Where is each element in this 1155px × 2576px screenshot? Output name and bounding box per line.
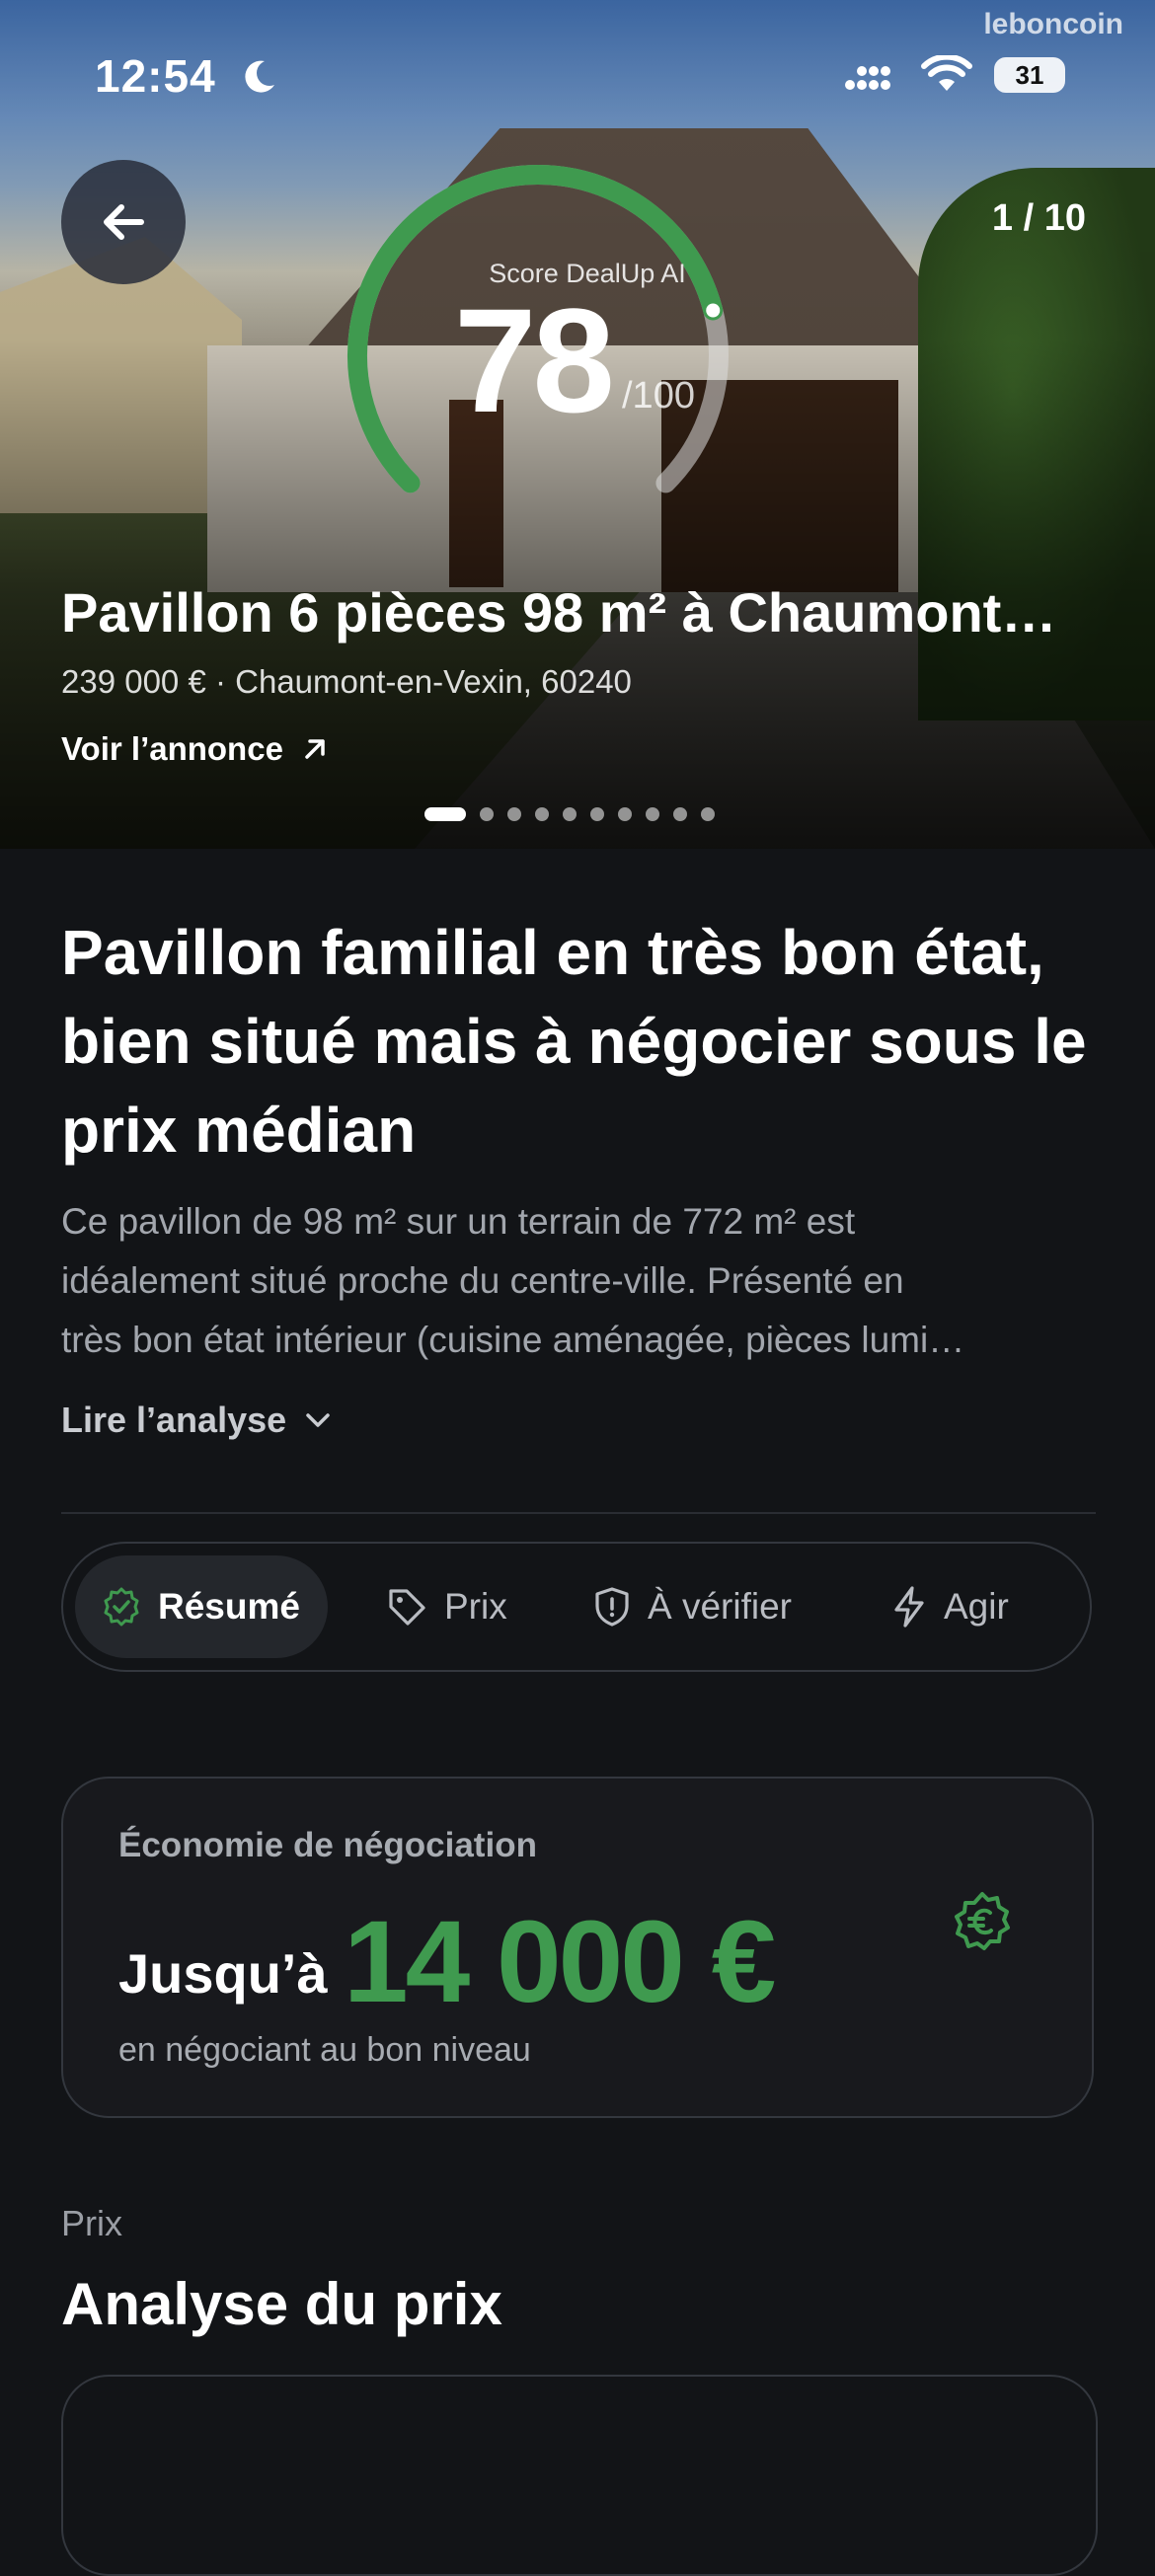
savings-note: en négociant au bon niveau [118,2031,531,2069]
listing-price-location: 239 000 € · Chaumont-en-Vexin, 60240 [61,663,632,700]
shield-alert-icon [595,1587,629,1627]
analysis-headline: Pavillon familial en très bon état, bien… [61,917,1087,1166]
price-analysis-card [61,2375,1098,2576]
tab-label: Résumé [158,1586,300,1627]
euro-badge-icon [955,1892,1010,1950]
tab-label: Prix [444,1586,507,1627]
gallery-counter: 1 / 10 [991,197,1086,239]
description-line: Ce pavillon de 98 m² sur un terrain de 7… [61,1201,856,1242]
savings-prefix: Jusqu’à [118,1942,328,2005]
tab-agir[interactable]: Agir [865,1555,1035,1658]
section-title: Analyse du prix [61,2271,502,2337]
tag-icon [389,1589,425,1626]
moon-icon [245,60,274,93]
pagination-dot[interactable] [618,807,632,821]
pagination-dot[interactable] [563,807,577,821]
negotiation-savings-card: Économie de négociation Jusqu’à 14 000 €… [61,1777,1094,2118]
wifi-icon [921,55,972,91]
tab-label: Agir [944,1586,1009,1627]
read-analysis-label: Lire l’analyse [61,1400,287,1440]
chevron-down-icon [306,1413,330,1427]
lightning-icon [894,1586,924,1628]
analysis-tabs: Résumé Prix À vérifier Agir [61,1542,1092,1672]
battery-indicator: 31 [994,57,1065,93]
gallery-pagination[interactable] [424,807,715,821]
pagination-dot[interactable] [535,807,549,821]
arrow-left-icon [104,204,144,240]
tab-label: À vérifier [648,1586,792,1627]
pagination-dot[interactable] [701,807,715,821]
arrow-up-right-icon [305,739,325,759]
score-gauge-marker [706,303,721,318]
signal-icon [845,66,890,90]
view-listing-label: Voir l’annonce [61,730,283,767]
section-eyebrow: Prix [61,2203,122,2243]
check-badge-icon [104,1587,139,1627]
score-value: 78 [454,277,615,443]
status-time: 12:54 [95,50,216,102]
score-max: /100 [622,375,695,417]
listing-title: Pavillon 6 pièces 98 m² à Chaumont… [61,581,1057,644]
view-listing-link[interactable]: Voir l’annonce [61,730,329,768]
tab-resume[interactable]: Résumé [75,1555,328,1658]
section-divider [61,1512,1096,1514]
savings-label: Économie de négociation [118,1826,537,1864]
read-analysis-button[interactable]: Lire l’analyse [61,1400,332,1441]
description-line: très bon état intérieur (cuisine aménagé… [61,1320,965,1360]
pagination-dot[interactable] [480,807,494,821]
analysis-description: Ce pavillon de 98 m² sur un terrain de 7… [61,1192,1108,1370]
watermark: leboncoin [983,8,1123,40]
pagination-dot[interactable] [507,807,521,821]
pagination-dot[interactable] [590,807,604,821]
pagination-dot[interactable] [424,807,466,821]
savings-amount: 14 000 € [344,1897,776,2027]
tab-a-verifier[interactable]: À vérifier [567,1555,817,1658]
tab-prix[interactable]: Prix [359,1555,533,1658]
description-line: idéalement situé proche du centre-ville.… [61,1260,904,1301]
pagination-dot[interactable] [673,807,687,821]
pagination-dot[interactable] [646,807,659,821]
